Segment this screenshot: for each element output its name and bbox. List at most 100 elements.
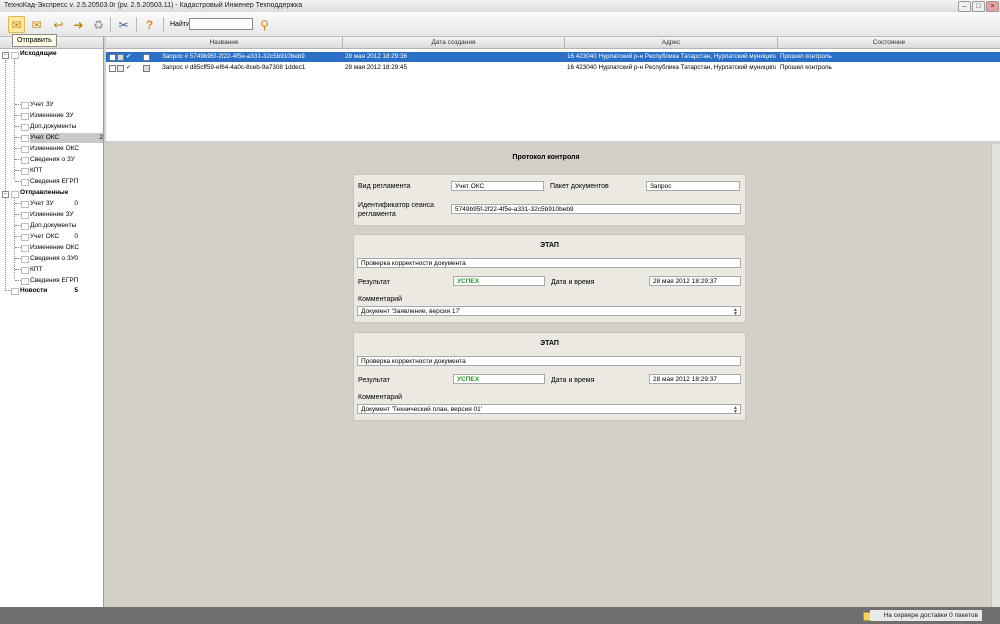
status-text: На сервере доставки 0 пакетов xyxy=(869,610,982,621)
row-date: 28 мая 2012 18:29:45 xyxy=(345,64,408,71)
tree-item-outgoing[interactable]: Учет ЗУ xyxy=(30,100,103,110)
search-label: Найти xyxy=(170,21,190,28)
comment-field[interactable]: Документ 'Технический план, версия 01' ▲… xyxy=(357,404,741,414)
tree-item-sent[interactable]: Изменение ОКС xyxy=(30,243,79,253)
collapse-icon[interactable]: − xyxy=(2,52,9,59)
settings-icon[interactable]: ✂ xyxy=(115,16,132,33)
folder-icon xyxy=(11,191,19,198)
datetime-label: Дата и время xyxy=(551,279,595,286)
package-label: Пакет документов xyxy=(550,183,609,190)
tree-item-outgoing[interactable]: Сведения ЕГРП xyxy=(30,177,103,187)
folder-tree[interactable]: − Исходящие Учет ЗУ Изменение ЗУ Доп.док… xyxy=(0,37,104,607)
regulation-box: Вид регламента Учет ОКС Пакет документов… xyxy=(353,174,746,226)
recycle-icon[interactable]: ♻ xyxy=(90,16,107,33)
search-go-icon[interactable]: ⚲ xyxy=(256,16,273,33)
row-name: Запрос # 5749b95f-2f22-4f5e-a331-32c5b91… xyxy=(162,53,305,60)
minimize-button[interactable]: – xyxy=(958,1,971,12)
requests-table: Название Дата создания Адрес Состояние ✔… xyxy=(106,37,1000,142)
row-state: Прошел контроль xyxy=(780,53,832,60)
receive-icon[interactable]: ✉ xyxy=(28,16,45,33)
close-button[interactable]: × xyxy=(986,1,999,12)
collapse-icon[interactable]: − xyxy=(2,191,9,198)
row-checkbox[interactable] xyxy=(143,54,150,61)
vertical-scrollbar[interactable] xyxy=(991,144,1000,607)
spin-arrows-icon[interactable]: ▲ ▼ xyxy=(733,308,738,316)
help-icon[interactable]: ? xyxy=(141,16,158,33)
stage-box: ЭТАП Проверка корректности документа Рез… xyxy=(353,332,746,421)
session-id-field[interactable]: 5749b95f-2f22-4f5e-a331-32c5b910beb9 xyxy=(451,204,741,214)
toolbar-separator xyxy=(136,17,137,32)
forward-icon[interactable]: ➜ xyxy=(70,16,87,33)
tree-item-sent[interactable]: Изменение ЗУ xyxy=(30,210,78,220)
session-id-label: Идентификатор сеанса регламента xyxy=(358,202,435,218)
row-status-icon xyxy=(117,65,124,72)
tree-line xyxy=(14,198,15,279)
datetime-field[interactable]: 28 мая 2012 18:29:37 xyxy=(649,374,741,384)
checkmark-icon: ✔ xyxy=(126,64,132,71)
column-header-date[interactable]: Дата создания xyxy=(343,37,565,49)
folder-icon xyxy=(21,179,29,186)
row-address: 16 423040 Нурлатский р-н Республика Тата… xyxy=(567,53,776,60)
tree-item-outgoing[interactable]: Изменение ЗУ xyxy=(30,111,103,121)
tree-item-sent[interactable]: Сведения ЕГРП xyxy=(30,276,78,286)
row-date: 28 мая 2012 18:29:36 xyxy=(345,53,408,60)
row-checkbox[interactable] xyxy=(143,65,150,72)
table-row[interactable]: ✔ Запрос # 5749b95f-2f22-4f5e-a331-32c5b… xyxy=(106,52,1000,62)
datetime-label: Дата и время xyxy=(551,377,595,384)
folder-icon xyxy=(21,267,29,274)
tree-item-outgoing[interactable]: Сведения о ЗУ xyxy=(30,155,103,165)
column-header-name[interactable]: Название xyxy=(106,37,343,49)
send-icon[interactable]: ✉ xyxy=(8,16,25,33)
comment-label: Комментарий xyxy=(358,394,403,401)
folder-icon xyxy=(21,234,29,241)
tree-group-news[interactable]: Новости 5 xyxy=(20,286,78,296)
row-status-icon xyxy=(117,54,124,61)
comment-text: Документ 'Заявление, версия 17' xyxy=(361,308,461,315)
tree-item-sent[interactable]: Учет ЗУ 0 xyxy=(30,199,78,209)
tree-group-outgoing[interactable]: Исходящие xyxy=(20,49,101,59)
folder-icon xyxy=(11,52,19,59)
tree-line xyxy=(14,59,15,180)
maximize-button[interactable]: □ xyxy=(972,1,985,12)
tree-item-sent[interactable]: Доп.документы xyxy=(30,221,78,231)
comment-field[interactable]: Документ 'Заявление, версия 17' ▲ ▼ xyxy=(357,306,741,316)
package-field[interactable]: Запрос xyxy=(646,181,740,191)
column-header-address[interactable]: Адрес xyxy=(565,37,778,49)
folder-icon xyxy=(21,135,29,142)
tree-item-outgoing[interactable]: Изменение ОКС xyxy=(30,144,103,154)
checkmark-icon: ✔ xyxy=(126,53,132,60)
tree-item-sent[interactable]: КПТ xyxy=(30,265,78,275)
reply-icon[interactable]: ↩ xyxy=(50,16,67,33)
result-field[interactable]: УСПЕХ xyxy=(453,374,545,384)
tree-item-outgoing[interactable]: Доп.документы xyxy=(30,122,103,132)
column-header-state[interactable]: Состояние xyxy=(778,37,1000,49)
table-row[interactable]: ✔ Запрос # d85cff59-ef64-4a0c-8ceb-9a730… xyxy=(106,63,1000,73)
folder-icon xyxy=(21,212,29,219)
row-address: 16 423040 Нурлатский р-н Республика Тата… xyxy=(567,64,776,71)
expand-icon[interactable] xyxy=(109,65,116,72)
protocol-panel: Протокол контроля Вид регламента Учет ОК… xyxy=(106,144,991,607)
tree-item-sent[interactable]: Сведения о ЗУ 0 xyxy=(30,254,78,264)
stage-title: ЭТАП xyxy=(540,242,559,249)
spin-arrows-icon[interactable]: ▲ ▼ xyxy=(733,406,738,414)
result-field[interactable]: УСПЕХ xyxy=(453,276,545,286)
tree-item-outgoing[interactable]: КПТ xyxy=(30,166,103,176)
folder-icon xyxy=(21,201,29,208)
row-name: Запрос # d85cff59-ef64-4a0c-8ceb-9a7308 … xyxy=(162,64,306,71)
tree-group-sent[interactable]: Отправленные xyxy=(20,188,101,198)
datetime-field[interactable]: 28 мая 2012 18:29:37 xyxy=(649,276,741,286)
tree-item-outgoing-selected[interactable]: Учет ОКС 2 xyxy=(30,133,103,143)
stage-box: ЭТАП Проверка корректности документа Рез… xyxy=(353,234,746,323)
window-title: ТехноКад-Экспресс v. 2.5.20503.0r (pv. 2… xyxy=(4,2,303,9)
toolbar: ✉ ✉ ↩ ➜ ♻ ✂ ? ⚲ xyxy=(0,12,1000,37)
status-bar xyxy=(0,607,1000,624)
folder-icon xyxy=(21,256,29,263)
regulation-type-field[interactable]: Учет ОКС xyxy=(451,181,544,191)
search-input[interactable] xyxy=(189,18,253,30)
folder-icon xyxy=(21,223,29,230)
tree-item-sent[interactable]: Учет ОКС 0 xyxy=(30,232,78,242)
regulation-type-label: Вид регламента xyxy=(358,183,411,190)
expand-icon[interactable] xyxy=(109,54,116,61)
stage-name-field[interactable]: Проверка корректности документа xyxy=(357,356,741,366)
stage-name-field[interactable]: Проверка корректности документа xyxy=(357,258,741,268)
